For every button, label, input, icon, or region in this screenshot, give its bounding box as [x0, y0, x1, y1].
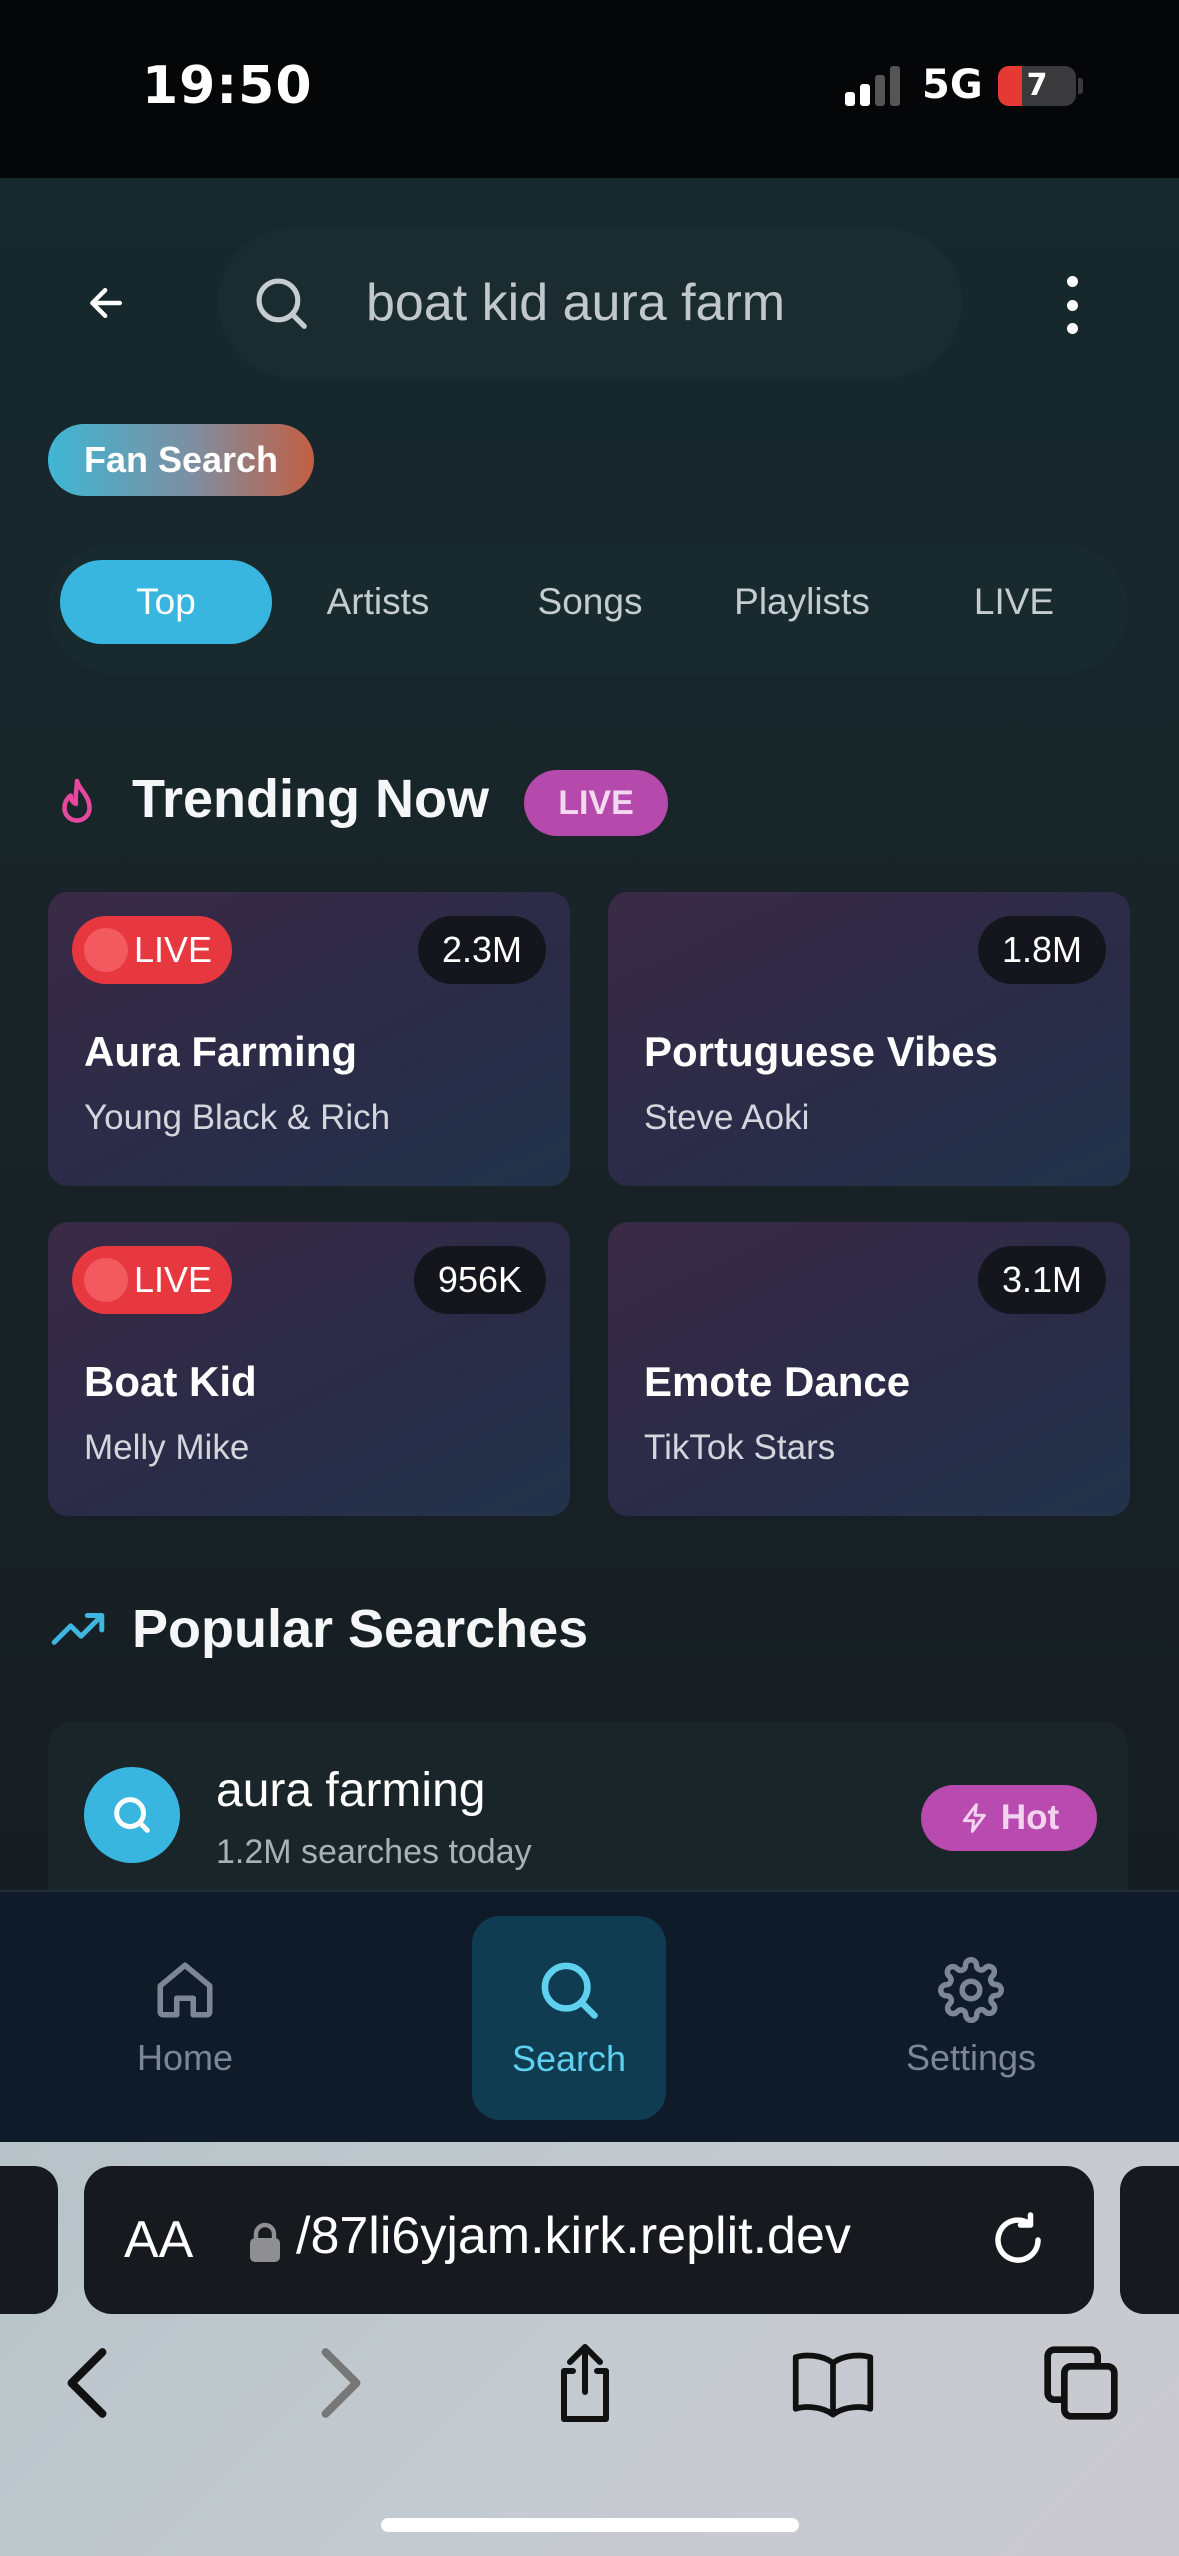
url-text: /87li6yjam.kirk.replit.dev [296, 2207, 851, 2265]
browser-back-button[interactable] [42, 2338, 132, 2428]
search-icon [256, 278, 307, 329]
nav-settings[interactable]: Settings [874, 1916, 1068, 2120]
card-title: Portuguese Vibes [644, 1028, 999, 1075]
tab-artists[interactable]: Artists [272, 560, 484, 644]
nav-label: Settings [905, 2037, 1037, 2078]
viewer-count: 956K [413, 1246, 546, 1314]
trending-live-badge: LIVE [524, 770, 668, 836]
live-badge: LIVE [72, 1246, 232, 1314]
signal-icon [845, 66, 905, 106]
card-title: Emote Dance [644, 1358, 911, 1405]
search-input[interactable] [366, 266, 936, 340]
card-artist: Steve Aoki [644, 1098, 810, 1137]
search-box[interactable] [218, 228, 962, 378]
reader-settings-button[interactable]: AA [124, 2210, 193, 2270]
home-icon [157, 1962, 213, 2018]
card-title: Boat Kid [84, 1358, 257, 1405]
status-time: 19:50 [142, 56, 313, 116]
search-query: aura farming [216, 1764, 486, 1817]
battery-cap [1078, 78, 1083, 94]
home-indicator [381, 2518, 799, 2532]
chevron-right-icon [321, 2348, 361, 2418]
bottom-nav: Home Search Settings [0, 1890, 1179, 2142]
more-menu-icon[interactable] [1052, 270, 1092, 340]
app-main: Fan Search Top Artists Songs Playlists L… [0, 178, 1179, 1890]
popular-title: Popular Searches [132, 1599, 589, 1659]
tabs-button[interactable] [1036, 2338, 1126, 2428]
flame-icon [62, 778, 92, 823]
filter-tabs: Top Artists Songs Playlists LIVE [48, 544, 1128, 674]
trending-card[interactable]: LIVE 956K Boat Kid Melly Mike [48, 1222, 570, 1516]
battery-level: 7 [1026, 68, 1048, 103]
viewer-count: 2.3M [417, 916, 546, 984]
back-button[interactable] [72, 268, 142, 338]
popular-search-item[interactable]: aura farming 1.2M searches today Hot [48, 1721, 1128, 1890]
tabs-icon [1044, 2346, 1118, 2420]
live-badge: LIVE [72, 916, 232, 984]
trending-title: Trending Now [132, 769, 489, 829]
nav-label: Search [511, 2038, 627, 2079]
tab-songs[interactable]: Songs [484, 560, 696, 644]
previous-tab[interactable] [0, 2166, 58, 2314]
viewer-count: 1.8M [977, 916, 1106, 984]
lock-icon [250, 2222, 280, 2262]
trending-card[interactable]: 3.1M Emote Dance TikTok Stars [608, 1222, 1130, 1516]
card-artist: TikTok Stars [644, 1428, 836, 1467]
card-title: Aura Farming [84, 1028, 358, 1075]
arrow-left-icon [90, 287, 123, 319]
browser-forward-button[interactable] [296, 2338, 386, 2428]
address-bar[interactable]: AA /87li6yjam.kirk.replit.dev [84, 2166, 1094, 2314]
card-artist: Young Black & Rich [84, 1098, 391, 1137]
search-icon [541, 1962, 598, 2019]
bookmarks-button[interactable] [788, 2338, 878, 2428]
tab-playlists[interactable]: Playlists [696, 560, 908, 644]
tab-live[interactable]: LIVE [908, 560, 1120, 644]
viewer-count: 3.1M [977, 1246, 1106, 1314]
gear-icon [938, 1957, 1004, 2023]
trending-card[interactable]: 1.8M Portuguese Vibes Steve Aoki [608, 892, 1130, 1186]
nav-home[interactable]: Home [88, 1916, 282, 2120]
network-label: 5G [922, 62, 983, 108]
battery-icon: 7 [998, 66, 1076, 106]
card-artist: Melly Mike [84, 1428, 250, 1467]
search-icon [84, 1767, 180, 1863]
nav-search[interactable]: Search [472, 1916, 666, 2120]
status-bar: 19:50 5G 7 [0, 0, 1179, 178]
share-icon [561, 2344, 609, 2422]
reload-icon[interactable] [988, 2210, 1048, 2270]
trending-up-icon [51, 1613, 105, 1645]
nav-label: Home [136, 2037, 234, 2078]
chevron-left-icon [67, 2348, 107, 2418]
lightning-icon [962, 1803, 986, 1833]
next-tab[interactable] [1120, 2166, 1179, 2314]
hot-badge: Hot [921, 1785, 1097, 1851]
share-button[interactable] [540, 2338, 630, 2428]
tab-top[interactable]: Top [60, 560, 272, 644]
fan-search-chip[interactable]: Fan Search [48, 424, 314, 496]
book-icon [792, 2352, 874, 2418]
search-meta: 1.2M searches today [216, 1833, 532, 1871]
trending-card[interactable]: LIVE 2.3M Aura Farming Young Black & Ric… [48, 892, 570, 1186]
